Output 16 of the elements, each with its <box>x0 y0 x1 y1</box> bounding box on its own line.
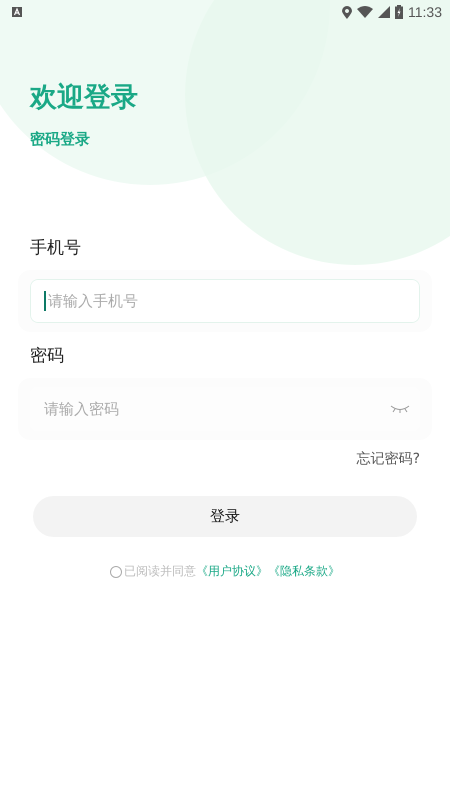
agreement-text: 已阅读并同意 <box>124 563 196 580</box>
location-icon <box>342 6 352 18</box>
field-label: 密码 <box>30 345 65 368</box>
login-mode-label: 密码登录 <box>30 129 91 150</box>
eye-closed-icon[interactable] <box>390 404 410 414</box>
login-button[interactable]: 登录 <box>33 496 417 537</box>
notification-icon <box>12 7 22 17</box>
wifi-icon <box>357 6 373 18</box>
page-title: 欢迎登录 <box>30 81 139 115</box>
clock-time: 11:33 <box>408 4 442 20</box>
phone-field[interactable]: 请输入手机号 <box>30 279 420 323</box>
field-label: 手机号 <box>30 237 82 260</box>
signal-icon <box>378 6 390 18</box>
battery-icon <box>395 5 403 19</box>
agreement-checkbox[interactable] <box>110 566 122 578</box>
forgot-password-link[interactable]: 忘记密码? <box>356 450 420 468</box>
